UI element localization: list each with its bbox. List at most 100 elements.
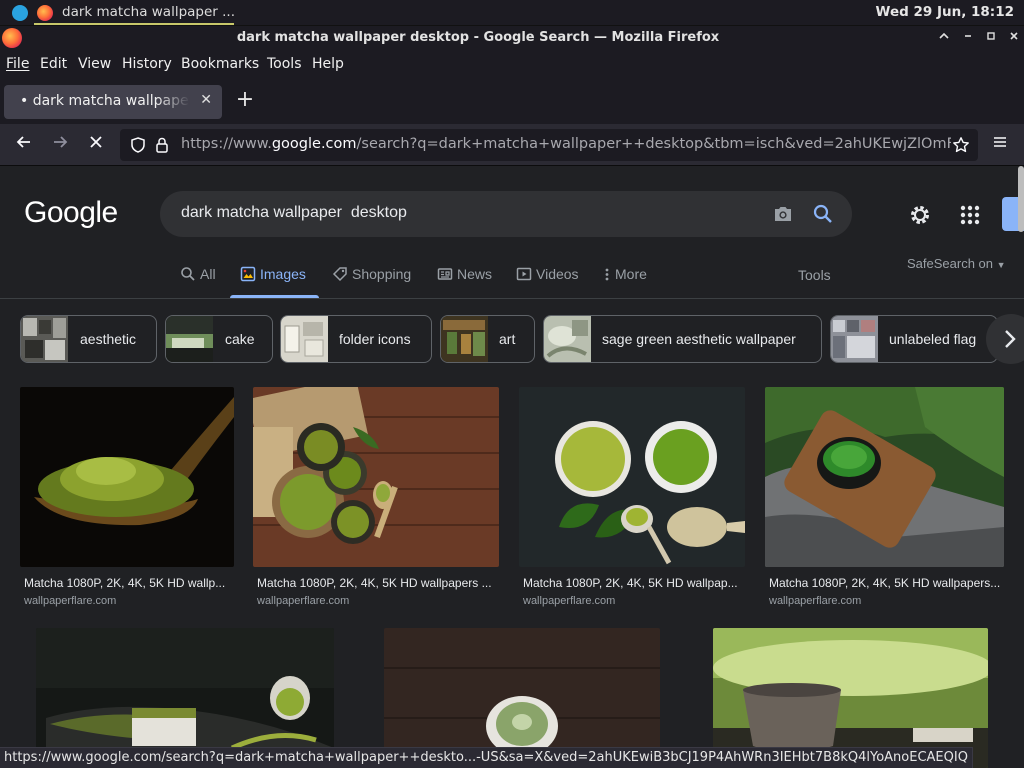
image-result[interactable]: Matcha 1080P, 2K, 4K, 5K HD wallpapers..… — [765, 387, 1004, 607]
close-window-icon[interactable] — [1005, 29, 1023, 47]
image-result[interactable]: Matcha 1080P, 2K, 4K, 5K HD wallp... wal… — [20, 387, 234, 607]
vertical-scrollbar-thumb[interactable] — [1018, 166, 1024, 232]
chip-label: folder icons — [339, 331, 411, 347]
link-status-bar: https://www.google.com/search?q=dark+mat… — [0, 747, 973, 768]
result-source[interactable]: wallpaperflare.com — [24, 595, 116, 607]
result-title[interactable]: Matcha 1080P, 2K, 4K, 5K HD wallpapers..… — [769, 576, 1000, 590]
image-result[interactable]: Matcha 1080P, 2K, 4K, 5K HD wallpapers .… — [253, 387, 499, 607]
dropdown-caret-icon: ▼ — [996, 260, 1006, 270]
tab-news-label: News — [457, 266, 493, 282]
close-tab-icon[interactable]: ✕ — [200, 92, 212, 108]
tab-all-label: All — [200, 266, 216, 282]
menu-edit[interactable]: Edit — [40, 56, 67, 72]
minimize-icon[interactable] — [935, 29, 953, 47]
chip-cake[interactable]: cake — [165, 315, 273, 363]
stop-loading-icon[interactable] — [84, 133, 108, 157]
url-text[interactable]: https://www.google.com/search?q=dark+mat… — [181, 136, 951, 152]
news-icon — [437, 266, 453, 282]
chip-sage-green-aesthetic-wallpaper[interactable]: sage green aesthetic wallpaper — [543, 315, 822, 363]
result-thumbnail[interactable] — [253, 387, 499, 567]
search-icon — [180, 266, 196, 282]
url-prefix: https://www. — [181, 136, 272, 152]
chip-unlabeled-flag[interactable]: unlabeled flag — [830, 315, 998, 363]
tracking-protection-shield-icon[interactable] — [130, 137, 146, 157]
video-icon — [516, 266, 532, 282]
result-source[interactable]: wallpaperflare.com — [523, 595, 615, 607]
tab-images-label: Images — [260, 266, 306, 282]
bookmark-star-icon[interactable] — [952, 136, 970, 158]
chip-art[interactable]: art — [440, 315, 535, 363]
google-logo[interactable]: Google — [24, 196, 118, 230]
chip-folder-icons[interactable]: folder icons — [280, 315, 432, 363]
tab-more-label: More — [615, 266, 647, 282]
camera-icon[interactable] — [772, 204, 794, 224]
maximize-icon[interactable] — [982, 29, 1000, 47]
window-titlebar: dark matcha wallpaper desktop - Google S… — [0, 26, 1024, 52]
chip-label: sage green aesthetic wallpaper — [602, 331, 796, 347]
lock-icon[interactable] — [155, 136, 169, 158]
chip-thumbnail — [21, 316, 68, 362]
menu-view[interactable]: View — [78, 56, 111, 72]
url-path: /search?q=dark+matcha+wallpaper++desktop… — [356, 136, 951, 152]
result-source[interactable]: wallpaperflare.com — [769, 595, 861, 607]
minimize-window-icon[interactable] — [959, 29, 977, 47]
firefox-task-icon[interactable] — [37, 5, 53, 21]
menu-tools[interactable]: Tools — [267, 56, 302, 72]
chip-label: aesthetic — [80, 331, 137, 347]
result-title[interactable]: Matcha 1080P, 2K, 4K, 5K HD wallpapers .… — [257, 576, 492, 590]
chip-thumbnail — [831, 316, 878, 362]
tab-images[interactable]: Images — [240, 266, 306, 282]
system-clock[interactable]: Wed 29 Jun, 18:12 — [876, 4, 1014, 20]
menu-history[interactable]: History — [122, 56, 172, 72]
result-thumbnail[interactable] — [20, 387, 234, 567]
result-title[interactable]: Matcha 1080P, 2K, 4K, 5K HD wallp... — [24, 576, 225, 590]
divider — [0, 298, 1024, 299]
result-source[interactable]: wallpaperflare.com — [257, 595, 349, 607]
chevron-right-icon — [1005, 330, 1016, 348]
chip-thumbnail — [441, 316, 488, 362]
active-task-indicator — [34, 23, 234, 25]
tab-shopping[interactable]: Shopping — [332, 266, 411, 282]
back-arrow-icon[interactable] — [12, 133, 36, 157]
address-bar[interactable]: https://www.google.com/search?q=dark+mat… — [120, 129, 978, 161]
menu-bar: File Edit View History Bookmarks Tools H… — [0, 52, 1024, 78]
image-icon — [240, 266, 256, 282]
more-vert-icon — [603, 266, 611, 282]
chip-label: art — [499, 331, 516, 347]
chip-thumbnail — [166, 316, 213, 362]
tag-icon — [332, 266, 348, 282]
result-title[interactable]: Matcha 1080P, 2K, 4K, 5K HD wallpap... — [523, 576, 738, 590]
chip-aesthetic[interactable]: aesthetic — [20, 315, 157, 363]
forward-arrow-icon[interactable] — [48, 133, 72, 157]
tab-strip: • dark matcha wallpaper desktop ✕ + — [0, 78, 1024, 124]
app-launcher-icon[interactable] — [12, 5, 28, 21]
chip-thumbnail — [281, 316, 328, 362]
window-title: dark matcha wallpaper desktop - Google S… — [236, 30, 720, 45]
apps-grid-icon[interactable] — [958, 203, 982, 227]
menu-help[interactable]: Help — [312, 56, 344, 72]
tab-more[interactable]: More — [603, 266, 647, 282]
new-tab-button[interactable]: + — [234, 87, 256, 112]
search-box[interactable]: dark matcha wallpaper desktop — [160, 191, 852, 237]
search-input[interactable]: dark matcha wallpaper desktop — [181, 204, 407, 222]
tab-all[interactable]: All — [180, 266, 216, 282]
tab-shopping-label: Shopping — [352, 266, 412, 282]
taskbar-window-label[interactable]: dark matcha wallpaper ... — [62, 4, 235, 20]
tab-google-search[interactable]: • dark matcha wallpaper desktop ✕ — [4, 85, 222, 119]
tab-videos-label: Videos — [536, 266, 579, 282]
image-result[interactable]: Matcha 1080P, 2K, 4K, 5K HD wallpap... w… — [519, 387, 745, 607]
safesearch-dropdown[interactable]: SafeSearch on ▼ — [907, 256, 1006, 271]
hamburger-menu-icon[interactable] — [988, 133, 1012, 157]
result-thumbnail[interactable] — [519, 387, 745, 567]
search-icon[interactable] — [812, 203, 834, 225]
settings-gear-icon[interactable] — [908, 203, 932, 227]
tools-button[interactable]: Tools — [798, 267, 831, 283]
tab-videos[interactable]: Videos — [516, 266, 579, 282]
menu-file[interactable]: File — [6, 56, 29, 72]
system-panel: dark matcha wallpaper ... Wed 29 Jun, 18… — [0, 0, 1024, 26]
menu-bookmarks[interactable]: Bookmarks — [181, 56, 259, 72]
tab-news[interactable]: News — [437, 266, 492, 282]
chip-label: cake — [225, 331, 255, 347]
tab-title: • dark matcha wallpaper desktop — [20, 93, 190, 109]
result-thumbnail[interactable] — [765, 387, 1004, 567]
